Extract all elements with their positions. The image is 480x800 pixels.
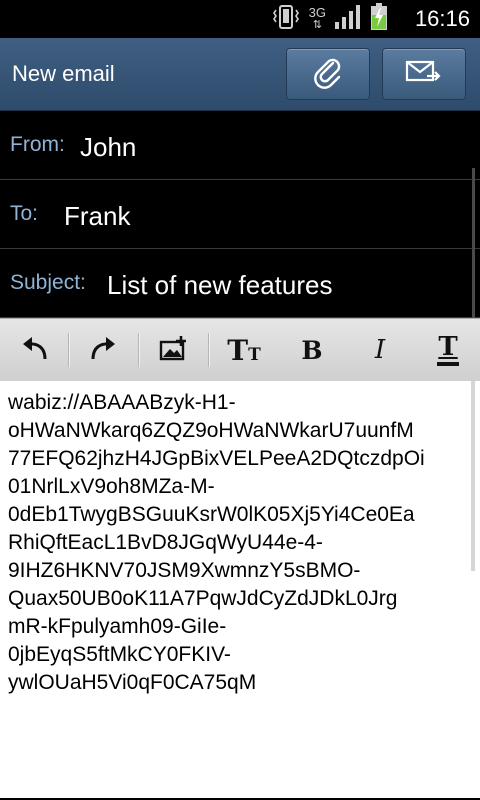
body-line: RhiQftEacL1BvD8JGqWyU44e-4- [8,531,323,554]
network-3g-icon: 3G ⇅ [308,5,326,31]
body-line: 77EFQ62jhzH4JGpBixVELPeeA2DQtczdpOi [8,447,425,470]
body-line: 0dEb1TwygBSGuuKsrW0lK05Xj5Yi4Ce0Ea [8,503,415,526]
redo-button[interactable] [70,319,138,381]
font-size-icon: TT [227,333,261,367]
undo-icon [19,333,49,367]
body-line: oHWaNWkarq6ZQZ9oHWaNWkarU7uunfM [8,419,414,442]
vibrate-icon [271,4,301,34]
to-label: To: [10,202,39,225]
format-toolbar: TT B I T [0,318,480,382]
subject-label: Subject: [10,271,86,294]
body-line: 01NrlLxV9oh8MZa-M- [8,475,215,498]
redo-icon [89,333,119,367]
text-color-icon: T [437,334,459,366]
text-color-glyph: T [438,332,458,362]
signal-icon [334,4,362,34]
subject-field[interactable]: Subject: List of new features [0,249,480,318]
undo-button[interactable] [0,319,68,381]
from-label: From: [10,133,65,156]
subject-value[interactable]: List of new features [107,249,332,321]
insert-image-icon [159,334,189,366]
text-color-swatch [437,362,459,366]
header-scrollbar[interactable] [472,168,475,318]
italic-button[interactable]: I [346,319,414,381]
insert-image-button[interactable] [140,319,208,381]
body-line: wabiz://ABAAABzyk-H1- [8,391,236,414]
network-label: 3G [308,5,326,20]
body-scrollbar[interactable] [471,381,475,571]
send-button[interactable] [382,48,466,100]
body-line: Quax50UB0oK11A7PqwJdCyZdJDkL0Jrg [8,587,398,610]
to-value[interactable]: Frank [64,180,130,252]
body-line: 9IHZ6HKNV70JSM9XwmnzY5sBMO- [8,559,361,582]
bold-icon: B [301,335,323,365]
status-bar: 3G ⇅ 16:16 [0,0,480,38]
body-line: ywlOUaH5Vi0qF0CA75qM [8,671,257,694]
font-size-button[interactable]: TT [210,319,278,381]
bold-button[interactable]: B [278,319,346,381]
italic-icon: I [374,335,386,365]
from-value[interactable]: John [80,111,136,183]
attach-button[interactable] [286,48,370,100]
paperclip-icon [311,55,345,93]
status-icons: 3G ⇅ [271,3,388,35]
page-title: New email [12,61,115,86]
action-bar: New email [0,38,480,111]
body-line: 0jbEyqS5ftMkCY0FKIV- [8,643,231,666]
send-icon [405,58,443,90]
battery-charging-icon [370,3,388,35]
body-text[interactable]: wabiz://ABAAABzyk-H1- oHWaNWkarq6ZQZ9oHW… [8,389,470,697]
clock: 16:16 [414,6,470,31]
email-body[interactable]: wabiz://ABAAABzyk-H1- oHWaNWkarq6ZQZ9oHW… [0,381,480,800]
to-field[interactable]: To: Frank [0,180,480,249]
text-color-button[interactable]: T [414,319,480,381]
from-field[interactable]: From: John [0,111,480,180]
body-line: mR-kFpulyamh09-GiIe- [8,615,227,638]
